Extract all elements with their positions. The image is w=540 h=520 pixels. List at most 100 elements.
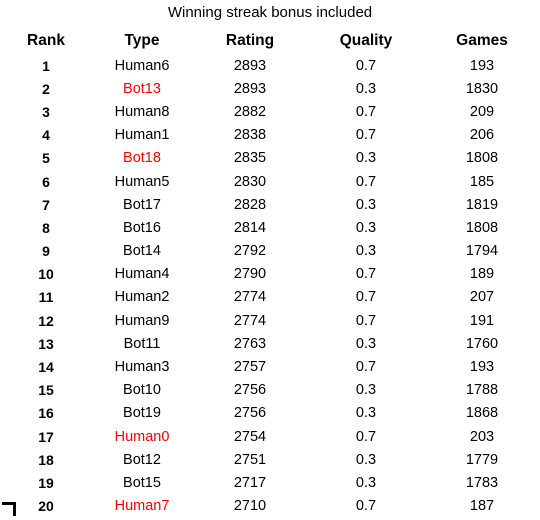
table-body: 1 Human6 2893 0.7 193 2 Bot13 2893 0.3 1830 3 Human… bbox=[0, 54, 540, 518]
cell-type: Human0 bbox=[114, 428, 170, 445]
cell-quality: 0.3 bbox=[355, 80, 377, 97]
table-row[interactable]: 9 Bot14 2792 0.3 1794 bbox=[0, 240, 540, 263]
cell-rating: 2754 bbox=[233, 428, 267, 445]
cell-rank: 16 bbox=[38, 405, 54, 422]
cell-rating: 2751 bbox=[233, 451, 267, 468]
cell-rating: 2830 bbox=[233, 173, 267, 190]
cell-games: 1783 bbox=[465, 474, 499, 491]
cell-rank: 6 bbox=[42, 173, 50, 190]
cell-games: 191 bbox=[469, 312, 495, 329]
cell-rank: 10 bbox=[38, 266, 54, 283]
cell-rank: 8 bbox=[42, 219, 50, 236]
cell-quality: 0.7 bbox=[355, 289, 377, 306]
table-row[interactable]: 14 Human3 2757 0.7 193 bbox=[0, 355, 540, 378]
cell-games: 1779 bbox=[465, 451, 499, 468]
cell-quality: 0.3 bbox=[355, 451, 377, 468]
cell-type: Bot15 bbox=[123, 474, 161, 491]
table-row[interactable]: 12 Human9 2774 0.7 191 bbox=[0, 309, 540, 332]
column-header-rating: Rating bbox=[225, 32, 275, 49]
cell-rating: 2774 bbox=[233, 312, 267, 329]
cell-games: 207 bbox=[469, 289, 495, 306]
cell-games: 1830 bbox=[465, 80, 499, 97]
cell-games: 193 bbox=[469, 57, 495, 74]
cell-type: Human6 bbox=[114, 57, 170, 74]
cell-rank: 2 bbox=[42, 80, 50, 97]
table-row[interactable]: 2 Bot13 2893 0.3 1830 bbox=[0, 77, 540, 100]
cell-rank: 1 bbox=[42, 57, 50, 74]
cell-quality: 0.7 bbox=[355, 428, 377, 445]
cell-type: Bot11 bbox=[123, 335, 161, 352]
table-row[interactable]: 5 Bot18 2835 0.3 1808 bbox=[0, 147, 540, 170]
table-row[interactable]: 11 Human2 2774 0.7 207 bbox=[0, 286, 540, 309]
cell-games: 1760 bbox=[465, 335, 499, 352]
cell-type: Human7 bbox=[114, 498, 170, 515]
page-title: Winning streak bonus included bbox=[167, 4, 373, 21]
cell-type: Human4 bbox=[114, 266, 170, 283]
cell-games: 203 bbox=[469, 428, 495, 445]
cell-quality: 0.7 bbox=[355, 359, 377, 376]
cell-quality: 0.7 bbox=[355, 57, 377, 74]
cell-type: Human8 bbox=[114, 103, 170, 120]
cell-quality: 0.3 bbox=[355, 243, 377, 260]
cell-rating: 2835 bbox=[233, 150, 267, 167]
cell-rank: 3 bbox=[42, 103, 50, 120]
cell-type: Bot19 bbox=[123, 405, 161, 422]
cell-games: 206 bbox=[469, 127, 495, 144]
ranking-table-figure: Winning streak bonus included Rank Type … bbox=[0, 0, 540, 520]
cell-type: Bot17 bbox=[123, 196, 161, 213]
cell-rating: 2893 bbox=[233, 57, 267, 74]
table-row[interactable]: 19 Bot15 2717 0.3 1783 bbox=[0, 471, 540, 494]
cell-games: 1819 bbox=[465, 196, 499, 213]
cell-rating: 2757 bbox=[233, 359, 267, 376]
cell-quality: 0.7 bbox=[355, 173, 377, 190]
table-row[interactable]: 4 Human1 2838 0.7 206 bbox=[0, 124, 540, 147]
table-row[interactable]: 16 Bot19 2756 0.3 1868 bbox=[0, 402, 540, 425]
table-row[interactable]: 8 Bot16 2814 0.3 1808 bbox=[0, 216, 540, 239]
table-header-row: Rank Type Rating Quality Games bbox=[0, 28, 540, 54]
table-row[interactable]: 6 Human5 2830 0.7 185 bbox=[0, 170, 540, 193]
table-row[interactable]: 10 Human4 2790 0.7 189 bbox=[0, 263, 540, 286]
cell-games: 1788 bbox=[465, 382, 499, 399]
cell-type: Bot16 bbox=[123, 219, 161, 236]
corner-bracket-icon bbox=[2, 502, 16, 516]
cell-rank: 15 bbox=[38, 382, 54, 399]
cell-rank: 9 bbox=[42, 243, 50, 260]
cell-games: 193 bbox=[469, 359, 495, 376]
cell-rating: 2792 bbox=[233, 243, 267, 260]
cell-rating: 2814 bbox=[233, 219, 267, 236]
cell-games: 189 bbox=[469, 266, 495, 283]
table-row[interactable]: 3 Human8 2882 0.7 209 bbox=[0, 100, 540, 123]
column-header-quality: Quality bbox=[339, 32, 393, 49]
cell-quality: 0.3 bbox=[355, 382, 377, 399]
table-row[interactable]: 15 Bot10 2756 0.3 1788 bbox=[0, 379, 540, 402]
cell-rank: 19 bbox=[38, 474, 54, 491]
cell-quality: 0.7 bbox=[355, 266, 377, 283]
column-header-rank: Rank bbox=[27, 32, 65, 49]
cell-quality: 0.7 bbox=[355, 127, 377, 144]
table-row[interactable]: 7 Bot17 2828 0.3 1819 bbox=[0, 193, 540, 216]
cell-games: 1794 bbox=[465, 243, 499, 260]
table-row[interactable]: 1 Human6 2893 0.7 193 bbox=[0, 54, 540, 77]
cell-rank: 14 bbox=[38, 359, 54, 376]
cell-rating: 2790 bbox=[233, 266, 267, 283]
cell-rank: 5 bbox=[42, 150, 50, 167]
cell-type: Bot13 bbox=[123, 80, 161, 97]
cell-games: 1808 bbox=[465, 219, 499, 236]
cell-type: Human3 bbox=[114, 359, 170, 376]
table-row[interactable]: 13 Bot11 2763 0.3 1760 bbox=[0, 332, 540, 355]
table-row[interactable]: 20 Human7 2710 0.7 187 bbox=[0, 495, 540, 518]
cell-quality: 0.3 bbox=[355, 405, 377, 422]
cell-quality: 0.3 bbox=[355, 219, 377, 236]
cell-rating: 2756 bbox=[233, 382, 267, 399]
cell-rating: 2710 bbox=[233, 498, 267, 515]
ranking-table: Rank Type Rating Quality Games 1 Human6 28… bbox=[0, 28, 540, 518]
table-row[interactable]: 17 Human0 2754 0.7 203 bbox=[0, 425, 540, 448]
cell-type: Bot14 bbox=[123, 243, 161, 260]
cell-type: Bot10 bbox=[123, 382, 161, 399]
table-row[interactable]: 18 Bot12 2751 0.3 1779 bbox=[0, 448, 540, 471]
cell-games: 209 bbox=[469, 103, 495, 120]
cell-type: Human5 bbox=[114, 173, 170, 190]
cell-quality: 0.7 bbox=[355, 312, 377, 329]
cell-quality: 0.3 bbox=[355, 150, 377, 167]
cell-rank: 12 bbox=[38, 312, 54, 329]
